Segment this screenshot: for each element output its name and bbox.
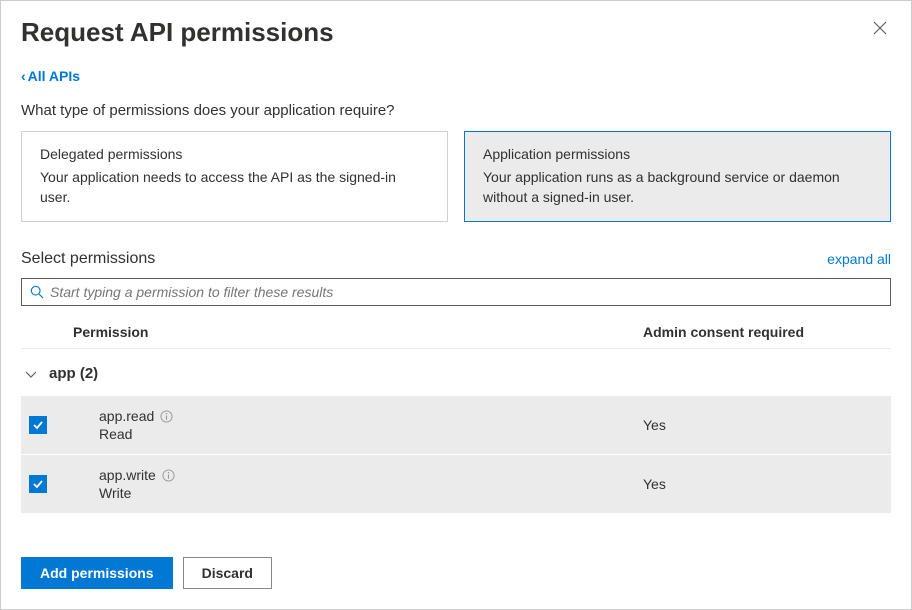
permission-admin-consent: Yes — [631, 417, 891, 433]
chevron-down-icon — [21, 367, 41, 381]
delegated-permissions-card[interactable]: Delegated permissions Your application n… — [21, 131, 448, 222]
checkbox-app-read[interactable] — [29, 416, 47, 434]
col-admin-header: Admin consent required — [631, 324, 891, 340]
discard-button[interactable]: Discard — [183, 557, 272, 589]
permission-desc: Read — [99, 426, 631, 442]
expand-all-link[interactable]: expand all — [827, 251, 891, 267]
select-permissions-label: Select permissions — [21, 250, 155, 268]
permission-row-app-write[interactable]: app.write Write Yes — [21, 455, 891, 514]
permission-name: app.read — [99, 408, 154, 424]
permission-desc: Write — [99, 485, 631, 501]
search-icon — [30, 285, 44, 299]
group-label: app (2) — [49, 365, 98, 382]
delegated-card-title: Delegated permissions — [40, 146, 429, 162]
permission-admin-consent: Yes — [631, 476, 891, 492]
col-check-header — [21, 324, 55, 340]
info-icon[interactable] — [162, 469, 175, 482]
application-card-desc: Your application runs as a background se… — [483, 168, 872, 207]
info-icon[interactable] — [160, 410, 173, 423]
back-all-apis-link[interactable]: ‹ All APIs — [21, 68, 80, 84]
search-input[interactable] — [50, 284, 882, 300]
page-title: Request API permissions — [21, 17, 334, 48]
permission-name: app.write — [99, 467, 156, 483]
delegated-card-desc: Your application needs to access the API… — [40, 168, 429, 207]
permission-type-question: What type of permissions does your appli… — [21, 102, 891, 119]
application-card-title: Application permissions — [483, 146, 872, 162]
checkbox-app-write[interactable] — [29, 475, 47, 493]
back-link-label: All APIs — [28, 68, 80, 84]
permission-row-app-read[interactable]: app.read Read Yes — [21, 396, 891, 455]
permission-group-app[interactable]: app (2) — [21, 349, 891, 396]
chevron-left-icon: ‹ — [21, 68, 26, 84]
add-permissions-button[interactable]: Add permissions — [21, 557, 173, 589]
search-input-wrapper[interactable] — [21, 278, 891, 306]
application-permissions-card[interactable]: Application permissions Your application… — [464, 131, 891, 222]
close-icon[interactable] — [869, 17, 891, 43]
col-permission-header: Permission — [55, 324, 631, 340]
